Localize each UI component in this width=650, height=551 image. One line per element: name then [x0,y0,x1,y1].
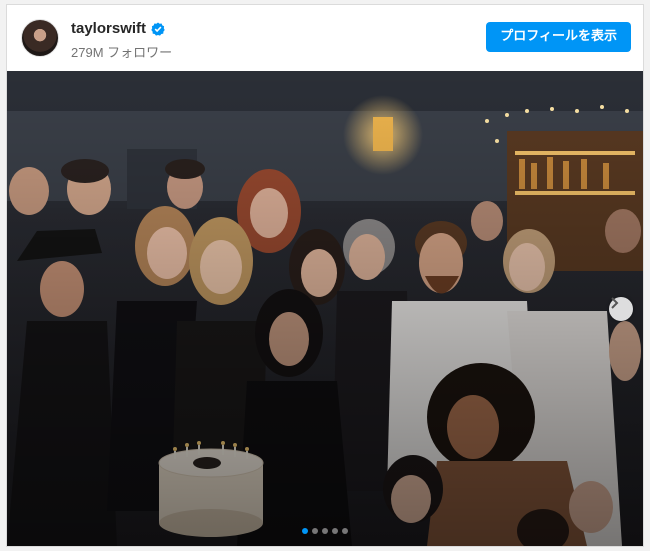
view-profile-button[interactable]: プロフィールを表示 [486,22,631,52]
instagram-post-card: taylorswift 279M フォロワー プロフィールを表示 [6,4,644,547]
carousel-dot[interactable] [312,528,318,534]
carousel-next-button[interactable] [609,297,633,321]
carousel-dot[interactable] [322,528,328,534]
profile-avatar[interactable] [21,19,59,57]
group-birthday-photo [7,71,643,546]
carousel-indicator [7,528,643,534]
username[interactable]: taylorswift [71,20,146,37]
carousel-dot[interactable] [332,528,338,534]
post-header: taylorswift 279M フォロワー プロフィールを表示 [7,5,643,71]
carousel-dot[interactable] [302,528,308,534]
username-row: taylorswift [71,20,165,37]
carousel-dot[interactable] [342,528,348,534]
verified-badge-icon [151,22,165,36]
follower-count: 279M フォロワー [71,45,173,60]
post-photo[interactable] [7,71,643,546]
